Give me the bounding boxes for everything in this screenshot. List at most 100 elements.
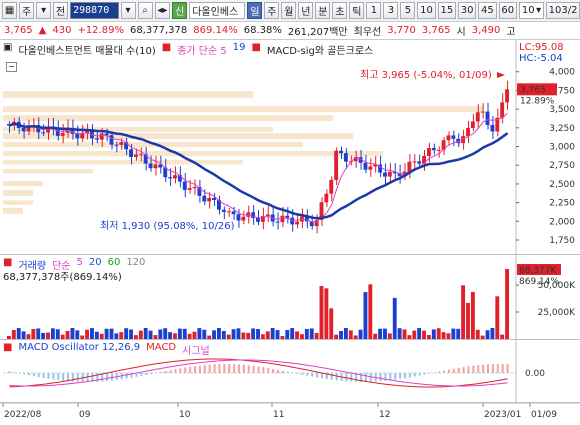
candle-body xyxy=(60,132,65,136)
volume-bar xyxy=(285,330,290,339)
candle-body xyxy=(99,133,104,140)
period-year[interactable]: 년 xyxy=(298,2,314,19)
period-day[interactable]: 일 xyxy=(247,2,263,19)
volume-bar xyxy=(319,285,324,339)
low-annotation: 최저 1,930 (95.08%, 10/26) xyxy=(100,221,235,232)
macd-osc-bar xyxy=(277,369,280,373)
price-pane[interactable]: 4,000 3,750 3,500 3,250 3,000 2,750 2,500 2,250… xyxy=(0,40,580,255)
grid-icon[interactable]: ▦ xyxy=(2,2,18,19)
volume-bar xyxy=(456,328,461,339)
interval-5[interactable]: 5 xyxy=(400,2,416,19)
interval-1[interactable]: 1 xyxy=(366,2,382,19)
macd-osc-bar xyxy=(443,370,446,373)
macd-osc-bar xyxy=(418,373,421,376)
candle-body xyxy=(207,197,212,202)
candle-body xyxy=(202,195,207,202)
volume-bar xyxy=(309,328,314,339)
volume-bar xyxy=(212,330,216,339)
interval-60[interactable]: 60 xyxy=(498,2,517,19)
signal-line-label: 시그널 xyxy=(182,346,210,357)
volume-profile-band xyxy=(3,133,353,140)
price-tick-label: 2,000 xyxy=(549,217,575,227)
macd-osc-bar xyxy=(364,373,367,382)
volume-bar xyxy=(177,328,182,339)
market-select[interactable]: 주 xyxy=(19,2,35,19)
code-dropdown-icon[interactable]: ▾ xyxy=(120,2,136,19)
price-chart[interactable]: 4,0003,7503,5003,2503,0002,7502,5002,250… xyxy=(0,40,580,255)
volume-bar xyxy=(158,329,163,339)
candle-body xyxy=(265,214,270,217)
candle-body xyxy=(94,138,99,140)
macd-osc-bar xyxy=(242,364,245,373)
credit-badge[interactable]: 신 xyxy=(172,2,188,19)
period-month[interactable]: 월 xyxy=(281,2,297,19)
volume-bar xyxy=(256,329,260,339)
macd-osc-bar xyxy=(477,365,480,373)
volume-bar xyxy=(265,331,270,339)
market-dropdown-icon[interactable]: ▾ xyxy=(36,2,52,19)
candle-body xyxy=(412,161,417,163)
period-second[interactable]: 초 xyxy=(332,2,348,19)
macd-osc-bar xyxy=(330,373,333,380)
macd-pane[interactable]: 0.00 ■ MACD Oscillator 12,26,9 MACD 시그널 xyxy=(0,340,580,403)
macd-osc-bar xyxy=(203,364,206,373)
trade-amount: 261,207백만 xyxy=(287,27,348,38)
period-week[interactable]: 주 xyxy=(264,2,280,19)
x-tick-label: 2022/08 xyxy=(4,410,42,420)
interval-15[interactable]: 15 xyxy=(437,2,456,19)
open-price: 3,490 xyxy=(471,25,501,36)
stock-code-input[interactable]: 298870 xyxy=(70,2,119,19)
search-icon[interactable]: ⌕ xyxy=(137,2,153,19)
macd-osc-bar xyxy=(145,373,148,375)
volume-bar xyxy=(275,330,280,339)
interval-3[interactable]: 3 xyxy=(383,2,399,19)
volume-bar xyxy=(475,329,480,339)
interval-30[interactable]: 30 xyxy=(457,2,477,19)
candle-body xyxy=(192,186,197,189)
settings-icon[interactable]: ▣ xyxy=(3,42,12,57)
volume-bar xyxy=(202,329,207,339)
interval-10[interactable]: 10 xyxy=(417,2,436,19)
volume-bar xyxy=(182,328,187,339)
macd-osc-bar xyxy=(267,368,270,373)
volume-profile-band xyxy=(3,159,243,165)
macd-osc-bar xyxy=(42,373,45,378)
volume-bar xyxy=(339,330,343,339)
candle-body xyxy=(334,150,339,180)
count-field[interactable]: 103/2 xyxy=(546,2,580,19)
volume-bar xyxy=(324,288,329,339)
volume-speaker-icon[interactable]: ◂▸ xyxy=(154,2,171,19)
macd-osc-bar xyxy=(462,367,465,373)
macd-osc-bar xyxy=(501,364,504,373)
volume-bar xyxy=(495,296,500,339)
volume-bar xyxy=(422,330,426,339)
candle-body xyxy=(41,132,46,134)
macd-osc-bar xyxy=(208,364,211,373)
candle-body xyxy=(75,133,80,139)
period-tick[interactable]: 틱 xyxy=(349,2,365,19)
period-minute[interactable]: 분 xyxy=(315,2,331,19)
volume-profile-band xyxy=(3,189,33,196)
macd-osc-bar xyxy=(27,373,30,376)
all-button[interactable]: 전 xyxy=(53,2,69,19)
interval-45[interactable]: 45 xyxy=(478,2,497,19)
volume-bar xyxy=(383,328,387,339)
price-tick-label: 3,000 xyxy=(549,143,575,153)
current-price-label: 3,765 xyxy=(520,85,546,95)
volume-pane[interactable]: 50,000K 25,000K 68,377K 869.14% ■ 거래량 단순 5 … xyxy=(0,255,580,340)
macd-osc-bar xyxy=(194,366,197,373)
collapse-icon[interactable]: − xyxy=(6,62,17,72)
volume-bar xyxy=(163,328,168,339)
x-axis-labels: 2022/08 09 10 11 12 2023/01 01/09 xyxy=(0,403,580,420)
candle-body xyxy=(368,166,373,170)
macd-osc-bar xyxy=(213,364,216,373)
volume-bar xyxy=(470,291,475,339)
price-change: 430 xyxy=(52,25,72,36)
volume-bar xyxy=(246,332,251,339)
candle-body xyxy=(329,179,334,194)
interval-select[interactable]: 10 ▾ xyxy=(518,2,545,19)
ma-label: 종가 단순 5 xyxy=(177,46,227,57)
candle-body xyxy=(490,124,495,132)
x-tick-label: 12 xyxy=(379,410,390,420)
current-price: 3,765 xyxy=(4,25,33,36)
